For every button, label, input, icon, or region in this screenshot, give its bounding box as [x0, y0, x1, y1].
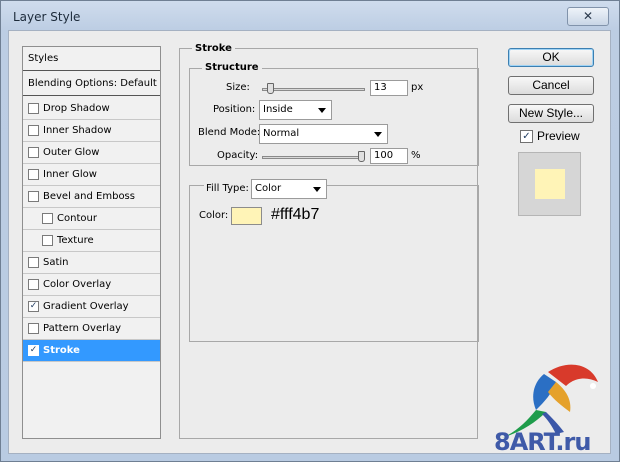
style-item-bevel-and-emboss[interactable]: Bevel and Emboss [23, 186, 160, 208]
opacity-label: Opacity: [217, 150, 259, 161]
blending-options-item[interactable]: Blending Options: Default [23, 72, 160, 96]
preview-label: Preview [537, 129, 580, 143]
style-item-label: Satin [43, 257, 69, 268]
size-input[interactable]: 13 [370, 80, 408, 96]
opacity-unit: % [411, 150, 421, 161]
style-checkbox[interactable] [42, 213, 53, 224]
chevron-down-icon [318, 108, 326, 113]
style-item-drop-shadow[interactable]: Drop Shadow [23, 98, 160, 120]
stroke-title: Stroke [192, 43, 235, 54]
style-item-stroke[interactable]: ✓ Stroke [23, 340, 160, 362]
new-style-button[interactable]: New Style... [508, 104, 594, 123]
style-item-label: Texture [57, 235, 94, 246]
style-item-satin[interactable]: Satin [23, 252, 160, 274]
chevron-down-icon [313, 187, 321, 192]
close-button[interactable]: ✕ [567, 7, 609, 26]
preview-checkbox[interactable]: ✓ [520, 130, 533, 143]
style-checkbox[interactable] [28, 103, 39, 114]
fill-type-select-value: Color [255, 183, 282, 194]
styles-header[interactable]: Styles [23, 47, 160, 71]
style-item-color-overlay[interactable]: Color Overlay [23, 274, 160, 296]
window-title: Layer Style [13, 10, 81, 24]
opacity-slider-thumb[interactable] [358, 151, 365, 162]
checkmark-icon: ✓ [522, 131, 531, 142]
style-preview [518, 152, 581, 216]
cancel-button[interactable]: Cancel [508, 76, 594, 95]
style-item-contour[interactable]: Contour [23, 208, 160, 230]
style-item-inner-glow[interactable]: Inner Glow [23, 164, 160, 186]
style-checkbox[interactable] [28, 125, 39, 136]
opacity-slider-track[interactable] [262, 156, 365, 159]
style-checkbox[interactable] [42, 235, 53, 246]
style-checkbox[interactable] [28, 191, 39, 202]
color-hex-text: #fff4b7 [271, 206, 320, 223]
blend-mode-label: Blend Mode: [198, 127, 261, 138]
size-slider-thumb[interactable] [266, 83, 274, 94]
fill-type-select[interactable]: Color [251, 179, 327, 199]
opacity-input[interactable]: 100 [370, 148, 408, 164]
style-checkbox[interactable] [28, 169, 39, 180]
structure-title: Structure [202, 62, 262, 73]
style-item-label: Contour [57, 213, 97, 224]
ok-button[interactable]: OK [508, 48, 594, 67]
style-item-label: Inner Glow [43, 169, 97, 180]
blend-mode-select-value: Normal [263, 128, 300, 139]
position-select[interactable]: Inside [259, 100, 332, 120]
style-checkbox[interactable] [28, 147, 39, 158]
style-checkbox[interactable] [28, 279, 39, 290]
style-item-label: Stroke [43, 345, 80, 356]
style-item-inner-shadow[interactable]: Inner Shadow [23, 120, 160, 142]
color-label: Color: [199, 210, 229, 221]
style-item-label: Inner Shadow [43, 125, 112, 136]
style-checkbox[interactable]: ✓ [28, 301, 39, 312]
style-item-texture[interactable]: Texture [23, 230, 160, 252]
blend-mode-select[interactable]: Normal [259, 124, 388, 144]
title-bar[interactable]: Layer Style ✕ [1, 1, 619, 31]
style-checkbox[interactable] [28, 257, 39, 268]
styles-list: Styles Blending Options: Default Drop Sh… [22, 46, 161, 439]
size-label: Size: [226, 82, 250, 93]
color-swatch[interactable] [231, 207, 262, 225]
style-item-outer-glow[interactable]: Outer Glow [23, 142, 160, 164]
position-label: Position: [213, 104, 256, 115]
size-slider-track[interactable] [262, 88, 365, 91]
style-checkbox[interactable]: ✓ [28, 345, 39, 356]
style-item-label: Pattern Overlay [43, 323, 122, 334]
watermark-text: 8ART.ru [494, 428, 591, 456]
style-item-label: Outer Glow [43, 147, 100, 158]
size-unit: px [411, 82, 424, 93]
fill-type-label: Fill Type: [204, 183, 251, 194]
style-checkbox[interactable] [28, 323, 39, 334]
style-item-label: Bevel and Emboss [43, 191, 135, 202]
style-item-label: Drop Shadow [43, 103, 110, 114]
style-item-label: Gradient Overlay [43, 301, 129, 312]
style-item-gradient-overlay[interactable]: ✓ Gradient Overlay [23, 296, 160, 318]
style-item-label: Color Overlay [43, 279, 112, 290]
preview-swatch [535, 169, 565, 199]
style-item-pattern-overlay[interactable]: Pattern Overlay [23, 318, 160, 340]
position-select-value: Inside [263, 104, 293, 115]
chevron-down-icon [374, 132, 382, 137]
